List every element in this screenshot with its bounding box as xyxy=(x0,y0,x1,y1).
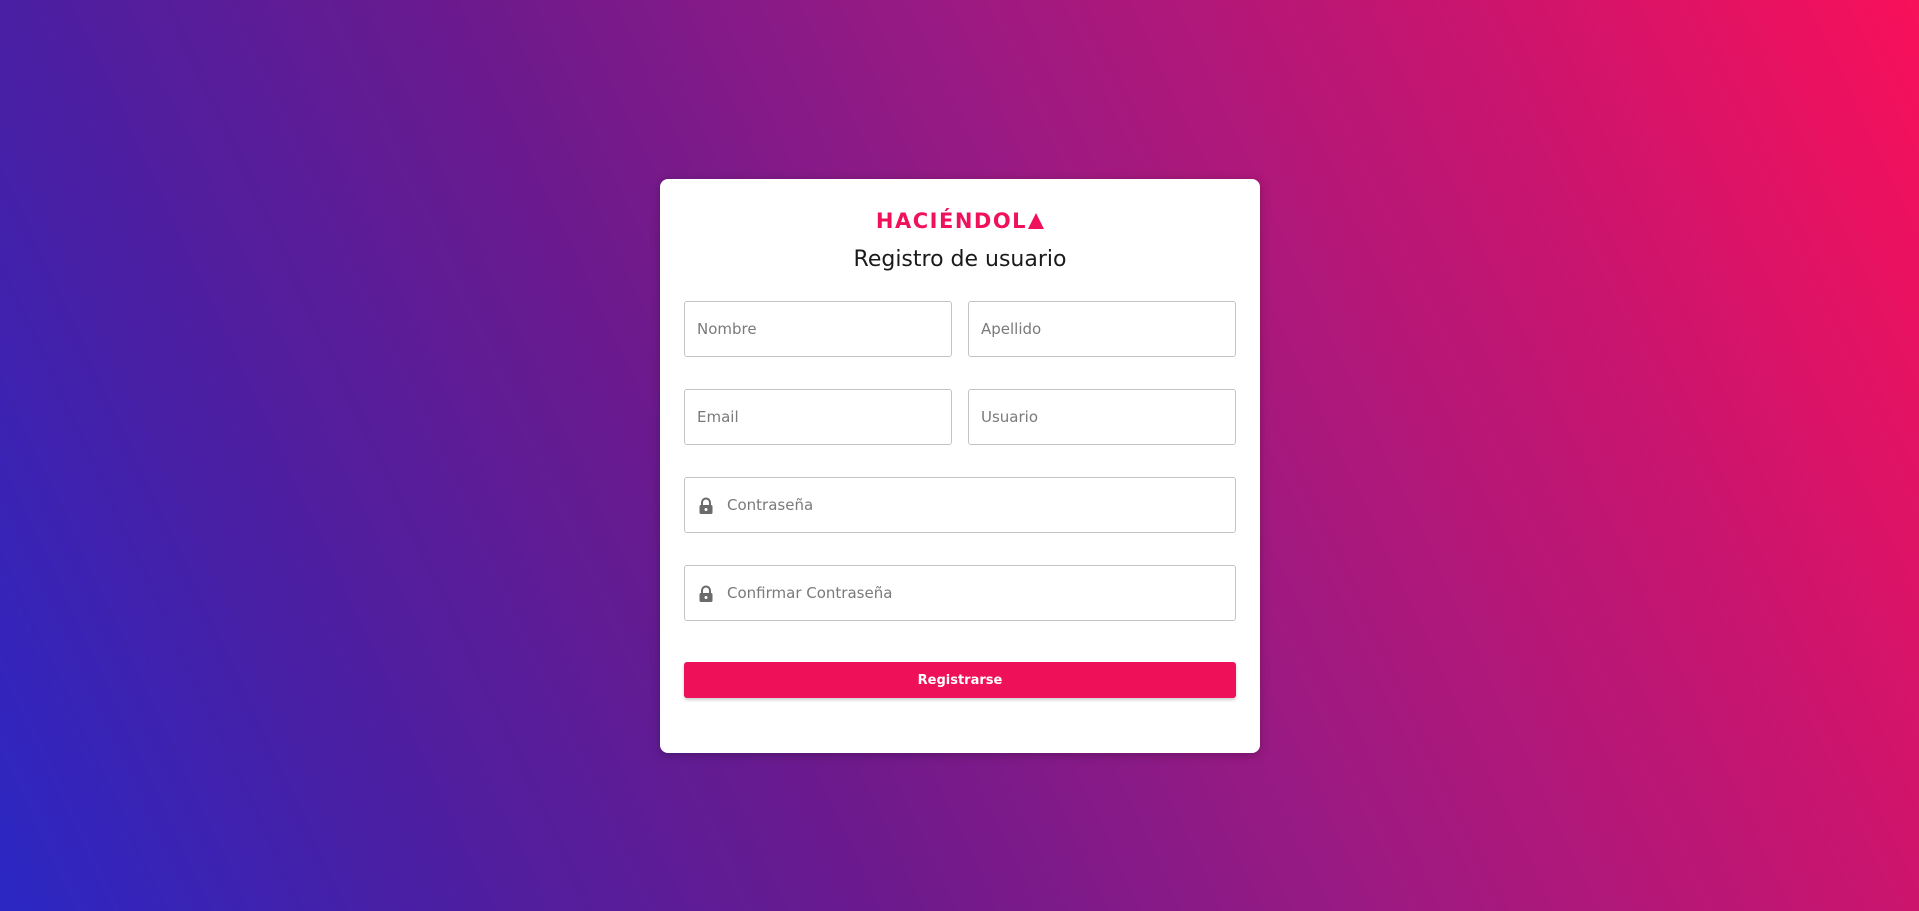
register-card: HACIÉNDOL Registro de usuario Registrars… xyxy=(660,179,1260,753)
brand-logo-triangle-icon xyxy=(1028,213,1045,229)
lock-icon xyxy=(699,585,713,602)
last-name-field xyxy=(968,301,1236,357)
lock-icon xyxy=(699,497,713,514)
confirm-password-field xyxy=(684,565,1236,621)
register-button[interactable]: Registrarse xyxy=(684,662,1236,698)
page-title: Registro de usuario xyxy=(853,247,1067,272)
password-input[interactable] xyxy=(685,478,1235,532)
email-field xyxy=(684,389,952,445)
last-name-input[interactable] xyxy=(969,302,1235,356)
brand-logo-text: HACIÉNDOL xyxy=(875,209,1028,233)
first-name-field xyxy=(684,301,952,357)
first-name-input[interactable] xyxy=(685,302,951,356)
email-input[interactable] xyxy=(685,390,951,444)
username-input[interactable] xyxy=(969,390,1235,444)
username-field xyxy=(968,389,1236,445)
brand-logo: HACIÉNDOL xyxy=(660,209,1260,233)
password-field xyxy=(684,477,1236,533)
confirm-password-input[interactable] xyxy=(685,566,1235,620)
